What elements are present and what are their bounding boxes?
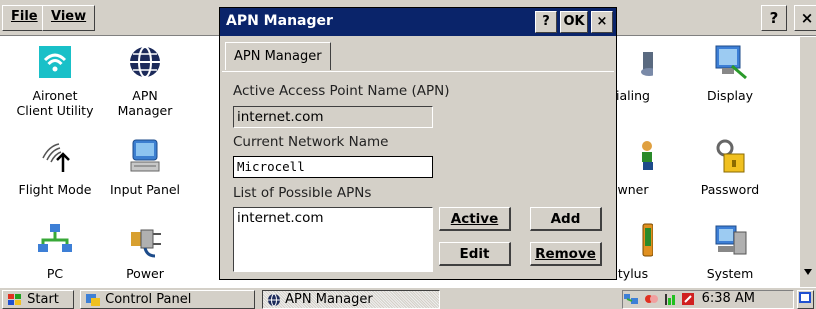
- control-panel-item-display[interactable]: Display: [680, 44, 780, 103]
- control-panel-icon: [86, 293, 100, 306]
- active-apn-field: internet.com: [233, 106, 433, 128]
- taskbar: Start Control Panel APN Manager 6:38 AM: [0, 287, 816, 309]
- add-button[interactable]: Add: [530, 207, 602, 231]
- antenna-icon: [42, 143, 70, 172]
- network-name-label: Current Network Name: [233, 134, 389, 150]
- stylus-icon: [642, 223, 653, 257]
- battery-status-icon[interactable]: [681, 292, 697, 306]
- vertical-scrollbar[interactable]: [800, 37, 816, 287]
- owner-icon: [642, 141, 653, 170]
- edit-button[interactable]: Edit: [439, 242, 511, 266]
- list-item[interactable]: internet.com: [237, 210, 429, 226]
- tab-apn-manager[interactable]: APN Manager: [225, 42, 331, 70]
- system-tray: 6:38 AM: [622, 290, 794, 309]
- control-panel-item-flight-mode[interactable]: Flight Mode: [5, 138, 105, 197]
- wifi-icon: [39, 46, 71, 78]
- active-button[interactable]: Active: [439, 207, 511, 231]
- dialog-close-button[interactable]: ×: [591, 11, 613, 33]
- remove-button[interactable]: Remove: [530, 242, 602, 266]
- control-panel-item-apn-manager[interactable]: APN Manager: [95, 44, 195, 118]
- control-panel-item-aironet[interactable]: Aironet Client Utility: [5, 44, 105, 118]
- dialog-title-bar: APN Manager ? OK ×: [220, 8, 616, 36]
- desktop-icon: [799, 292, 811, 303]
- dialing-icon: [641, 52, 653, 76]
- network-icon: [38, 224, 72, 252]
- possible-apns-label: List of Possible APNs: [233, 185, 372, 201]
- windows-flag-icon: [8, 293, 21, 305]
- clock[interactable]: 6:38 AM: [702, 291, 755, 306]
- desktop-button[interactable]: [797, 290, 814, 309]
- system-icon: [715, 225, 747, 255]
- network-name-field[interactable]: Microcell: [233, 156, 433, 178]
- possible-apns-list[interactable]: internet.com: [233, 207, 433, 272]
- keyboard-icon: [130, 139, 160, 172]
- sync-status-icon[interactable]: [643, 292, 659, 306]
- file-menu[interactable]: File: [2, 5, 47, 31]
- dialog-title: APN Manager: [226, 13, 333, 29]
- apn-manager-dialog: APN Manager ? OK × APN Manager Active Ac…: [219, 7, 617, 280]
- view-menu[interactable]: View: [42, 5, 96, 31]
- control-panel-item-pc[interactable]: PC: [5, 222, 105, 281]
- start-button[interactable]: Start: [2, 290, 74, 309]
- password-key-icon: [716, 139, 745, 173]
- scroll-down-arrow-icon: [804, 269, 812, 275]
- help-button[interactable]: ?: [761, 5, 787, 31]
- globe-icon: [268, 293, 280, 306]
- task-apn-manager[interactable]: APN Manager: [262, 290, 440, 309]
- dialog-ok-button[interactable]: OK: [560, 11, 588, 33]
- active-apn-label: Active Access Point Name (APN): [233, 83, 450, 99]
- control-panel-item-password[interactable]: Password: [680, 138, 780, 197]
- dialog-help-button[interactable]: ?: [535, 11, 557, 33]
- signal-strength-icon[interactable]: [663, 292, 677, 306]
- display-icon: [715, 45, 747, 80]
- network-status-icon[interactable]: [623, 292, 639, 306]
- globe-icon: [130, 46, 160, 78]
- control-panel-item-power[interactable]: Power: [95, 222, 195, 281]
- close-button[interactable]: ×: [794, 5, 816, 31]
- power-plug-icon: [131, 229, 161, 258]
- control-panel-item-system[interactable]: System: [680, 222, 780, 281]
- control-panel-item-input-panel[interactable]: Input Panel: [95, 138, 195, 197]
- task-control-panel[interactable]: Control Panel: [80, 290, 255, 309]
